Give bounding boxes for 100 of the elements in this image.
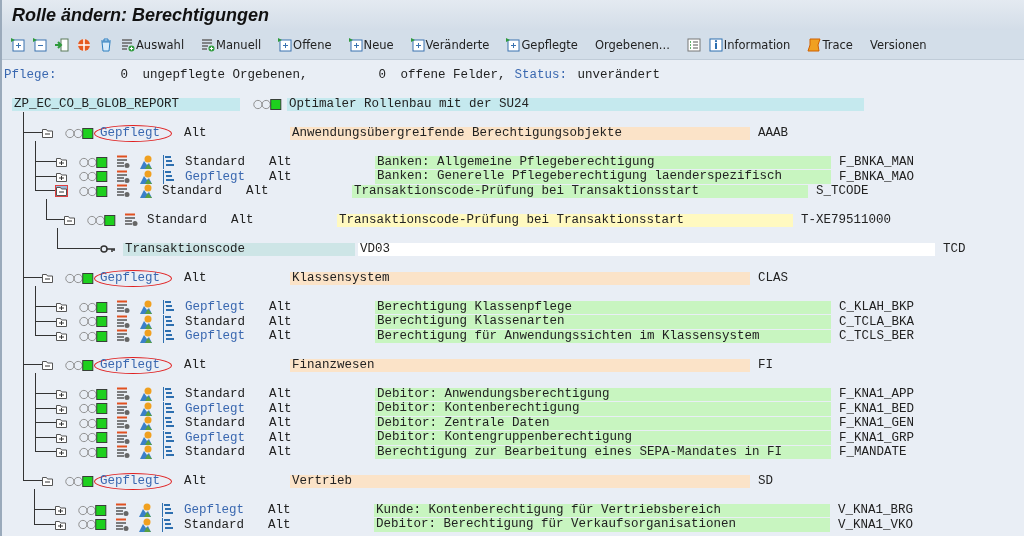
folder-icon[interactable] [42,476,53,487]
folder-icon[interactable] [56,418,67,429]
folder-icon[interactable] [56,186,67,197]
traffic-light-icon [78,301,110,313]
folder-icon[interactable] [56,316,67,327]
org-list-icon [116,300,130,315]
traffic-light-icon [78,432,110,444]
folder-icon[interactable] [56,403,67,414]
version-text: Alt [269,155,293,170]
folder-icon[interactable] [56,171,67,182]
traffic-light-icon [78,316,110,328]
org-list-icon [116,445,130,460]
folder-icon[interactable] [42,128,53,139]
structure-icon [162,314,176,329]
version-text: Alt [269,416,293,431]
user-icon [139,387,153,402]
folder-icon[interactable] [42,273,53,284]
traffic-light-icon [78,330,110,342]
role-name: ZP_EC_CO_B_GLOB_REPORT [12,97,240,111]
authorization-code: T-XE79511000 [801,213,891,228]
structure-icon [161,503,175,518]
org-list-icon [124,213,138,228]
status-link[interactable]: Standard [185,445,269,460]
group-code: AAAB [758,126,788,141]
expand-icon [278,37,293,52]
status-link[interactable]: Gepflegt [184,503,268,518]
toolbar-button[interactable]: Auswahl [118,35,197,54]
version-text: Alt [184,126,208,141]
status-link[interactable]: Standard [185,155,269,170]
toolbar-icon-button[interactable] [8,35,28,54]
folder-icon[interactable] [56,302,67,313]
status-link[interactable]: Standard [185,387,269,402]
version-text: Alt [269,329,293,344]
status-link[interactable]: Standard [162,184,246,199]
status-link[interactable]: Standard [184,517,268,532]
folder-icon[interactable] [55,519,66,530]
toolbar-button[interactable]: Orgebenen... [591,35,682,54]
version-text: Alt [269,169,293,184]
object-code: V_KNA1_VKO [838,517,913,532]
toolbar-button[interactable]: Neue [345,35,406,54]
summary-text: offene Felder, [400,68,507,83]
toolbar-icon-button[interactable] [30,35,50,54]
structure-icon [162,387,176,402]
traffic-light-icon [78,171,110,183]
folder-icon[interactable] [42,360,53,371]
toolbar-icon-button[interactable] [52,35,72,54]
status-link[interactable]: Gepflegt [185,300,269,315]
folder-icon[interactable] [56,447,67,458]
folder-icon[interactable] [55,505,66,516]
structure-icon [162,416,176,431]
role-description: Optimaler Rollenbau mit der SU24 [287,97,864,111]
field-code: TCD [943,242,966,257]
folder-icon[interactable] [56,331,67,342]
folder-icon[interactable] [56,157,67,168]
structure-icon [161,517,175,532]
toolbar-button[interactable]: Information [705,35,803,54]
status-link[interactable]: Standard [185,314,269,329]
object-code: V_KNA1_BRG [838,503,913,518]
folder-icon[interactable] [64,215,75,226]
structure-icon [162,300,176,315]
status-link[interactable]: Gepflegt [185,401,269,416]
toolbar-button[interactable]: Gepflegte [503,35,590,54]
pie-icon [77,37,91,52]
move-icon [55,37,69,52]
traffic-light-icon [77,519,109,531]
org-list-icon [116,184,130,199]
trash-icon [99,37,113,52]
traffic-light-icon [78,388,110,400]
object-description: Debitor: Anwendungsberechtigung [375,387,831,401]
toolbar-button[interactable]: Trace [804,35,865,54]
org-list-icon [116,387,130,402]
object-code: F_KNA1_GEN [839,416,914,431]
user-icon [138,517,152,532]
toolbar-button[interactable]: Veränderte [407,35,502,54]
folder-icon[interactable] [56,389,67,400]
status-value: unverändert [577,68,661,83]
status-link[interactable]: Gepflegt [185,169,269,184]
toolbar-button[interactable]: Offene [275,35,344,54]
folder-icon[interactable] [56,432,67,443]
group-description: Klassensystem [290,271,750,285]
object-description: Debitor: Zentrale Daten [375,416,831,430]
object-code: F_BNKA_MAO [839,169,914,184]
object-description: Banken: Generelle Pflegeberechtigung laenderspezifisch [375,170,831,184]
expand-icon [348,37,363,52]
org-list-icon [116,169,130,184]
list-add-icon [201,37,216,52]
org-list-icon [116,314,130,329]
object-description: Berechtigung Klassenpflege [375,300,831,314]
status-link[interactable]: Gepflegt [185,430,269,445]
user-icon [139,430,153,445]
toolbar-button[interactable]: Versionen [866,35,939,54]
status-link[interactable]: Standard [147,213,231,228]
toolbar-button[interactable]: Manuell [198,35,274,54]
field-value: VD03 [358,242,935,256]
traffic-light-icon [252,98,284,110]
list-icon [686,37,701,52]
status-link[interactable]: Standard [185,416,269,431]
key-icon [100,243,116,256]
version-text: Alt [269,387,293,402]
status-link[interactable]: Gepflegt [185,329,269,344]
